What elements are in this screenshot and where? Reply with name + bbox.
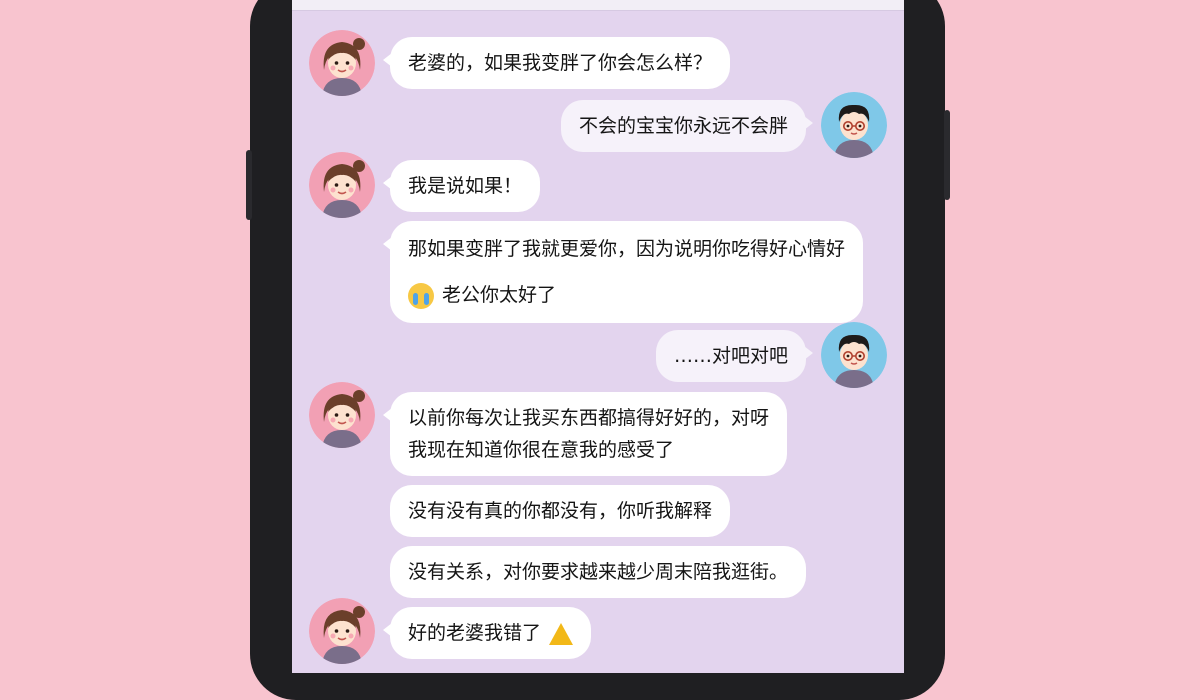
chat-header-bar bbox=[292, 0, 904, 11]
wife-avatar[interactable] bbox=[309, 382, 375, 448]
message-text: 以前你每次让我买东西都搞得好好的，对呀 bbox=[408, 407, 770, 429]
boy-with-glasses-avatar-icon bbox=[821, 322, 887, 388]
message-bubble[interactable]: 老婆的，如果我变胖了你会怎么样？ bbox=[382, 37, 731, 89]
phone-side-button bbox=[246, 150, 252, 220]
message-bubble[interactable]: 我是说如果！ bbox=[382, 160, 541, 212]
message-text: 老公你太好了 bbox=[442, 284, 557, 306]
husband-avatar[interactable] bbox=[821, 92, 887, 158]
boy-with-glasses-avatar-icon bbox=[821, 92, 887, 158]
chat-screen[interactable]: 老婆的，如果我变胖了你会怎么样？ 不会的宝宝你永远不会胖 我是说如果！ 那如果变… bbox=[292, 0, 904, 673]
message-bubble[interactable]: 以前你每次让我买东西都搞得好好的，对呀 我现在知道你很在意我的感受了 bbox=[382, 392, 788, 476]
girl-avatar-icon bbox=[309, 30, 375, 96]
wife-avatar[interactable] bbox=[309, 30, 375, 96]
message-bubble[interactable]: ……对吧对吧 bbox=[655, 330, 814, 382]
message-text: 好的老婆我错了 bbox=[408, 622, 542, 644]
girl-avatar-icon bbox=[309, 598, 375, 664]
girl-avatar-icon bbox=[309, 382, 375, 448]
wife-avatar[interactable] bbox=[309, 152, 375, 218]
phone-side-button bbox=[944, 110, 950, 200]
message-text: 没有没有真的你都没有，你听我解释 bbox=[408, 500, 713, 522]
message-bubble[interactable]: 好的老婆我错了 bbox=[382, 607, 592, 659]
message-bubble[interactable]: 没有关系，对你要求越来越少周末陪我逛街。 bbox=[390, 546, 807, 598]
husband-avatar[interactable] bbox=[821, 322, 887, 388]
message-bubble[interactable]: 那如果变胖了我就更爱你，因为说明你吃得好心情好 老公你太好了 bbox=[382, 221, 864, 323]
wife-avatar[interactable] bbox=[309, 598, 375, 664]
girl-avatar-icon bbox=[309, 152, 375, 218]
crying-face-emoji-icon bbox=[408, 282, 434, 309]
message-text-line: 老公你太好了 bbox=[408, 279, 845, 311]
message-text: 老婆的，如果我变胖了你会怎么样？ bbox=[408, 52, 713, 74]
message-text: 那如果变胖了我就更爱你，因为说明你吃得好心情好 bbox=[408, 238, 846, 260]
message-text: 不会的宝宝你永远不会胖 bbox=[578, 115, 788, 137]
message-text: 没有关系，对你要求越来越少周末陪我逛街。 bbox=[408, 561, 789, 583]
message-text: 我现在知道你很在意我的感受了 bbox=[408, 439, 675, 461]
message-text-line: 好的老婆我错了 bbox=[408, 617, 574, 649]
message-text: 我是说如果！ bbox=[408, 175, 523, 197]
warning-triangle-emoji-icon bbox=[549, 622, 574, 645]
message-bubble[interactable]: 不会的宝宝你永远不会胖 bbox=[560, 100, 814, 152]
message-bubble[interactable]: 没有没有真的你都没有，你听我解释 bbox=[390, 485, 731, 537]
message-text: ……对吧对吧 bbox=[673, 345, 788, 367]
